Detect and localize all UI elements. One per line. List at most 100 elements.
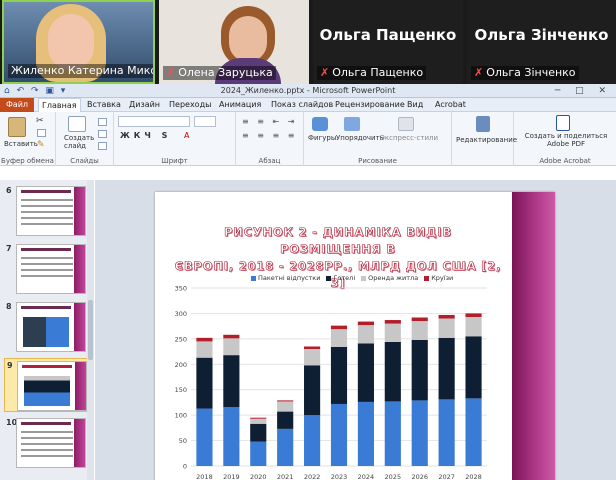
y-tick-label: 350 — [175, 285, 187, 293]
bar-segment-2022-s2 — [304, 349, 321, 366]
y-tick-label: 300 — [175, 310, 187, 318]
font-family-select[interactable] — [118, 116, 190, 127]
thumbnail-slide-8[interactable]: 8 — [4, 300, 92, 354]
pdf-icon[interactable] — [556, 115, 570, 131]
font-size-select[interactable] — [194, 116, 216, 127]
align-icons[interactable]: ≡ ≡ ≡ ≡ — [242, 131, 297, 140]
group-clipboard: Вставить ✂ ✎ Буфер обмена — [0, 112, 56, 166]
editing-button[interactable]: Редактирование — [456, 136, 517, 144]
tab-review[interactable]: Рецензирование — [332, 98, 408, 112]
legend-swatch-3 — [424, 275, 430, 281]
participant-face-1 — [48, 14, 94, 70]
group-acrobat-label: Adobe Acrobat — [539, 157, 591, 165]
find-icon[interactable] — [476, 116, 490, 132]
participant-tile-4[interactable]: Ольга Зінченко ✗ Ольга Зінченко — [467, 0, 616, 84]
thumbnail-preview — [16, 418, 86, 468]
window-title: 2024_Жиленко.pptx - Microsoft PowerPoint — [220, 86, 396, 95]
participant-name-4: ✗ Ольга Зінченко — [471, 66, 579, 80]
legend-label-1: Готелі — [333, 274, 356, 282]
thumbnail-slide-6[interactable]: 6 — [4, 184, 92, 238]
quick-styles-icon[interactable] — [398, 117, 414, 131]
bar-segment-2022-s3 — [304, 346, 321, 350]
format-painter-icon[interactable]: ✎ — [37, 140, 45, 150]
tab-design[interactable]: Дизайн — [126, 98, 163, 112]
tab-file[interactable]: Файл — [0, 98, 34, 112]
bar-segment-2023-s2 — [330, 329, 348, 347]
group-clipboard-label: Буфер обмена — [1, 157, 54, 165]
shapes-icon[interactable] — [312, 117, 328, 131]
tab-animation[interactable]: Анимация — [216, 98, 264, 112]
bar-segment-2024-s2 — [357, 325, 374, 344]
list-icons[interactable]: ≡ ≡ ⇤ ⇥ — [242, 117, 297, 126]
new-slide-button[interactable]: Создать слайд — [64, 134, 96, 150]
thumbnail-preview — [16, 244, 86, 294]
font-format-buttons[interactable]: ЖКЧ S — [120, 131, 171, 140]
paste-icon[interactable] — [8, 117, 26, 137]
cut-icon[interactable]: ✂ — [36, 116, 44, 126]
thumbnail-slide-10[interactable]: 10 — [4, 416, 92, 470]
bar-segment-2018-s1 — [196, 357, 213, 409]
bar-segment-2019-s0 — [223, 407, 240, 466]
bar-segment-2021-s3 — [277, 400, 294, 402]
bar-segment-2020-s3 — [250, 417, 267, 419]
participant-tile-1[interactable]: Жиленко Катерина Мико... — [2, 0, 155, 84]
bar-segment-2020-s2 — [250, 418, 267, 424]
bar-segment-2023-s1 — [330, 346, 348, 404]
x-tick-label: 2023 — [331, 473, 348, 480]
participant-tile-3[interactable]: Ольга Пащенко ✗ Ольга Пащенко — [313, 0, 463, 84]
scrollbar-thumb[interactable] — [88, 300, 93, 360]
tab-acrobat[interactable]: Acrobat — [432, 98, 469, 112]
stacked-bar-chart[interactable]: 0 50 100 150 200 250 300 350 2018 2019 2020 2021 202… — [165, 284, 495, 480]
group-drawing: Фигуры Упорядочить Экспресс-стили Рисова… — [304, 112, 452, 166]
bar-segment-2027-s2 — [438, 318, 455, 338]
paste-button[interactable]: Вставить — [4, 140, 38, 148]
quick-styles-button[interactable]: Экспресс-стили — [380, 134, 438, 142]
arrange-icon[interactable] — [344, 117, 360, 131]
muted-mic-icon: ✗ — [474, 66, 484, 79]
participant-tile-2[interactable]: ✗ Олена Заруцька — [159, 0, 309, 84]
bar-segment-2018-s2 — [196, 341, 213, 358]
thumbnail-number: 7 — [6, 244, 12, 253]
copy-icon[interactable] — [37, 129, 46, 137]
current-slide[interactable]: РИСУНОК 2 - ДИНАМІКА ВИДІВ РОЗМІЩЕННЯ В … — [155, 192, 555, 480]
tab-insert[interactable]: Вставка — [84, 98, 124, 112]
thumbnail-preview — [16, 302, 86, 352]
create-pdf-button[interactable]: Создать и поделиться Adobe PDF — [518, 132, 614, 148]
bar-segment-2024-s0 — [357, 401, 374, 466]
tab-transitions[interactable]: Переходы — [166, 98, 214, 112]
reset-icon[interactable] — [98, 130, 107, 138]
bar-segment-2028-s3 — [465, 313, 482, 317]
tab-view[interactable]: Вид — [404, 98, 426, 112]
thumbnail-slide-9[interactable]: 9 — [4, 358, 92, 412]
bar-segment-2023-s3 — [330, 325, 348, 330]
y-tick-label: 0 — [183, 463, 187, 471]
group-paragraph-label: Абзац — [258, 157, 281, 165]
x-tick-label: 2018 — [196, 473, 213, 480]
thumbnail-number: 9 — [7, 361, 13, 370]
participant-name-3-label: Ольга Пащенко — [332, 66, 424, 79]
shapes-button[interactable]: Фигуры — [308, 134, 336, 142]
tab-home[interactable]: Главная — [38, 98, 81, 112]
tab-slideshow[interactable]: Показ слайдов — [268, 98, 336, 112]
chart-legend: Пакетні відпустки Готелі Оренда житла Круїз… — [245, 274, 453, 284]
new-slide-icon[interactable] — [68, 116, 86, 132]
muted-mic-icon: ✗ — [166, 66, 176, 79]
bar-segment-2027-s0 — [438, 399, 455, 466]
muted-mic-icon: ✗ — [320, 66, 330, 79]
participant-name-3: ✗ Ольга Пащенко — [317, 66, 427, 80]
section-icon[interactable] — [98, 142, 107, 150]
window-controls[interactable]: ─ □ ✕ — [555, 84, 612, 98]
bar-segment-2025-s3 — [384, 320, 401, 324]
layout-icon[interactable] — [98, 118, 107, 126]
arrange-button[interactable]: Упорядочить — [336, 134, 384, 142]
thumbnails-scrollbar[interactable] — [87, 180, 94, 480]
font-color-icon[interactable]: A — [184, 131, 189, 140]
bar-segment-2026-s1 — [411, 339, 428, 401]
group-font: ЖКЧ S A Шрифт — [114, 112, 236, 166]
thumbnail-number: 8 — [6, 302, 12, 311]
participant-name-2-label: Олена Заруцька — [178, 66, 273, 79]
thumbnail-slide-7[interactable]: 7 — [4, 242, 92, 296]
bar-segment-2028-s2 — [465, 316, 482, 337]
bar-segment-2025-s0 — [384, 401, 401, 466]
legend-label-0: Пакетні відпустки — [258, 274, 321, 282]
